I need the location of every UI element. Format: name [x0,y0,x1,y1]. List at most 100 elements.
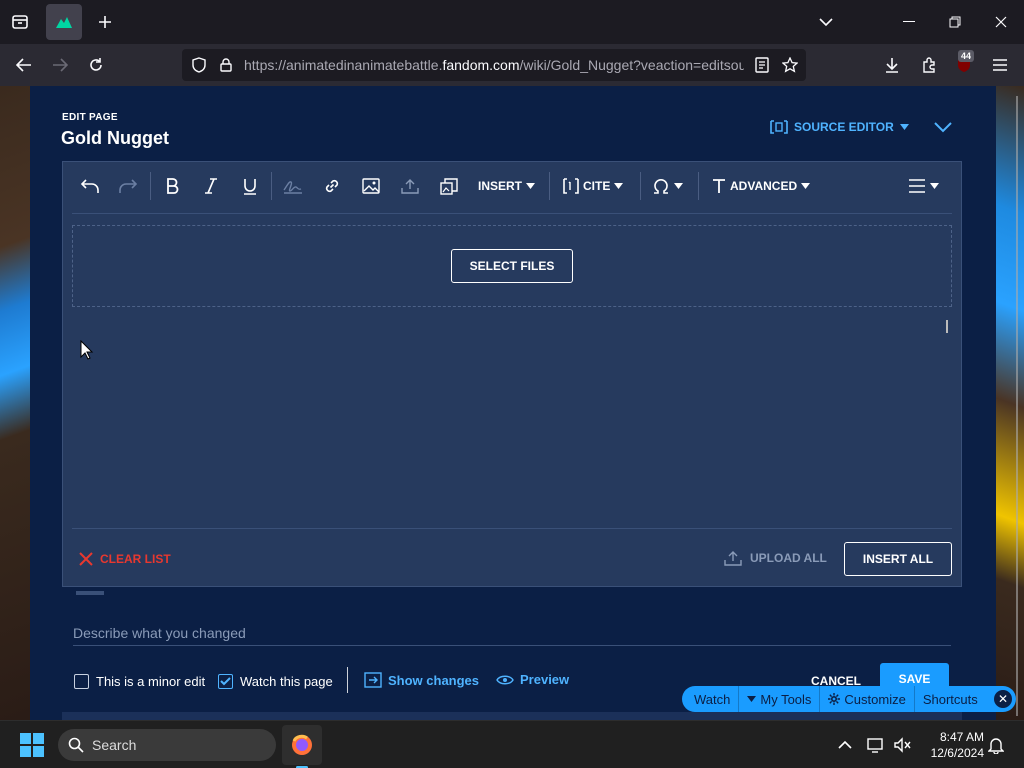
underline-button[interactable] [238,174,262,198]
caret-down-icon [526,183,536,189]
extensions-icon[interactable] [918,54,940,76]
reload-icon[interactable] [85,54,107,76]
cite-menu-button[interactable]: CITE [563,174,624,198]
clear-icon [79,552,93,566]
restore-icon[interactable] [932,0,978,44]
app-menu-icon[interactable] [989,54,1011,76]
insert-all-button[interactable]: INSERT ALL [844,542,952,576]
signature-button[interactable] [281,174,305,198]
network-icon[interactable] [866,735,886,755]
link-button[interactable] [320,174,344,198]
editor-scroll-stub [76,591,104,595]
edit-page-label: EDIT PAGE [62,112,118,123]
upload-all-button[interactable]: UPLOAD ALL [724,550,827,566]
watch-toolbar-button[interactable]: Watch [686,686,740,712]
active-tab[interactable] [46,4,82,40]
upload-icon [724,551,742,566]
customize-label: Customize [844,691,906,707]
caret-down-icon [801,183,811,189]
show-changes-button[interactable]: Show changes [364,672,479,688]
minor-edit-label[interactable]: This is a minor edit [96,674,205,689]
minimize-icon[interactable] [886,0,932,44]
more-options-button[interactable] [908,174,939,198]
tracking-protection-icon[interactable] [188,54,210,76]
minor-edit-checkbox[interactable] [74,674,89,689]
select-files-button[interactable]: SELECT FILES [451,249,573,283]
downloads-icon[interactable] [881,54,903,76]
source-editor-icon [770,120,788,134]
taskbar-clock[interactable]: 8:47 AM 12/6/2024 [920,729,984,761]
close-window-icon[interactable] [978,0,1024,44]
gear-icon [828,693,841,705]
wiki-floating-toolbar: Watch My Tools Customize Shortcuts ✕ [682,686,1016,712]
signature-icon [283,181,302,194]
volume-muted-icon[interactable] [892,735,912,755]
windows-start-icon[interactable] [20,733,44,762]
taskbar-search-label: Search [92,737,137,753]
clear-list-button[interactable]: CLEAR LIST [78,552,171,566]
eye-icon [496,675,514,684]
gallery-button[interactable] [437,174,461,198]
page-scrollbar[interactable] [1016,96,1018,716]
new-tab-icon[interactable] [94,11,116,33]
forward-icon[interactable] [49,54,71,76]
mouse-pointer-icon [80,340,94,360]
source-editor-switch[interactable]: SOURCE EDITOR [770,118,909,136]
shortcuts-button[interactable]: Shortcuts [915,686,986,712]
back-icon[interactable] [13,54,35,76]
bold-icon [167,178,179,194]
windows-taskbar: Search 8:47 AM 12/6/2024 [0,720,1024,768]
browser-tab-bar [0,0,1024,44]
insert-menu-label: INSERT [478,179,523,193]
edit-summary-input[interactable] [73,620,951,646]
address-bar[interactable]: https://animatedinanimatebattle.fandom.c… [182,49,806,81]
panel-bottom-strip [62,712,962,720]
collapse-chevron-icon[interactable] [932,117,954,137]
clear-list-label: CLEAR LIST [100,552,171,566]
clock-time: 8:47 AM [939,730,984,744]
redo-button[interactable] [116,174,140,198]
watch-page-checkbox[interactable] [218,674,233,689]
upload-icon [401,179,419,194]
firefox-icon [292,734,312,755]
firefox-taskbar-button[interactable] [282,725,322,765]
upload-button[interactable] [398,174,422,198]
lock-icon[interactable] [215,54,237,76]
list-all-tabs-icon[interactable] [815,11,837,33]
toolbar-separator [698,172,699,200]
background-art-right [996,86,1024,720]
link-icon [325,179,339,193]
upload-list-scrollbar[interactable] [946,320,948,333]
notifications-bell-icon[interactable] [986,735,1006,755]
preview-button[interactable]: Preview [496,672,569,687]
image-button[interactable] [359,174,383,198]
shortcuts-label: Shortcuts [922,691,978,707]
text-style-icon [713,179,725,193]
caret-down-icon [614,183,624,189]
bookmark-star-icon[interactable] [779,54,801,76]
italic-button[interactable] [199,174,223,198]
taskbar-search[interactable]: Search [58,729,276,761]
close-toolbar-icon[interactable]: ✕ [994,690,1012,708]
underline-icon [244,178,256,195]
bold-button[interactable] [160,174,184,198]
checkmark-icon [220,677,231,686]
page-title: Gold Nugget [61,128,169,148]
tab-manager-icon[interactable] [9,11,31,33]
special-characters-button[interactable] [652,174,683,198]
customize-button[interactable]: Customize [820,686,915,712]
undo-icon [80,179,99,193]
show-changes-label: Show changes [388,672,480,688]
insert-menu-button[interactable]: INSERT [478,174,536,198]
url-text[interactable]: https://animatedinanimatebattle.fandom.c… [244,57,744,73]
my-tools-button[interactable]: My Tools [739,686,821,712]
undo-button[interactable] [78,174,102,198]
watch-page-label[interactable]: Watch this page [240,674,333,689]
advanced-menu-label: ADVANCED [730,179,798,193]
show-hidden-icons-icon[interactable] [835,735,855,755]
italic-icon [205,178,217,194]
caret-down-icon [674,183,683,189]
advanced-menu-button[interactable]: ADVANCED [712,174,811,198]
caret-down-icon [747,696,757,702]
reader-view-icon[interactable] [751,54,773,76]
